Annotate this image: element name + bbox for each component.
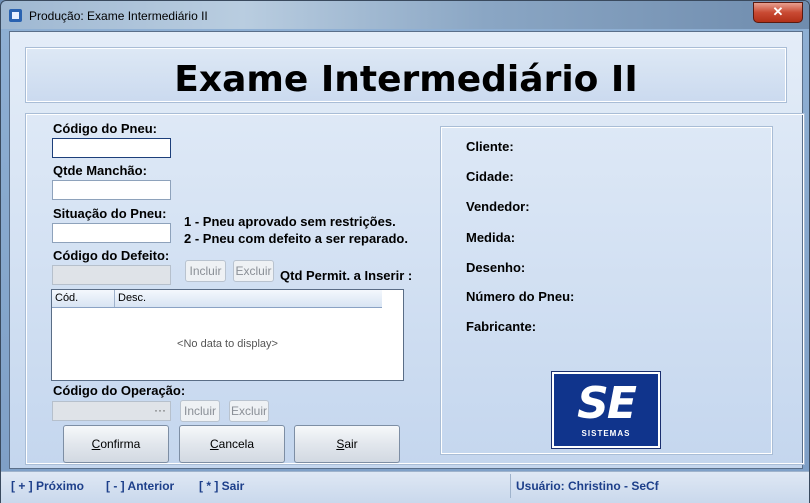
confirma-label: onfirma (100, 437, 141, 451)
header-panel: Exame Intermediário II (25, 47, 787, 103)
vendedor-label: Vendedor: (466, 199, 530, 214)
codigo-defeito-input (52, 265, 171, 285)
cliente-label: Cliente: (466, 139, 514, 154)
medida-label: Medida: (466, 230, 516, 245)
window-title: Produção: Exame Intermediário II (29, 9, 208, 23)
status-separator (510, 474, 511, 498)
status-proximo: [ + ] Próximo (11, 479, 85, 493)
title-bar[interactable]: Produção: Exame Intermediário II ✕ (1, 1, 809, 29)
grid-empty-text: <No data to display> (177, 338, 278, 350)
grid-col-desc[interactable]: Desc. (118, 292, 146, 304)
codigo-defeito-label: Código do Defeito: (53, 248, 170, 263)
logo-subtitle: SISTEMAS (581, 429, 631, 438)
status-sair: [ * ] Sair (199, 479, 245, 493)
codigo-operacao-input: ··· (52, 401, 171, 421)
company-logo: SE SISTEMAS (551, 371, 661, 449)
status-bar: [ + ] Próximo [ - ] Anterior [ * ] Sair … (1, 471, 809, 503)
qtd-permit-label: Qtd Permit. a Inserir : (280, 268, 413, 283)
pneu-info-panel: Cliente: Cidade: Vendedor: Medida: Desen… (440, 126, 773, 455)
cancela-accel: C (209, 437, 219, 451)
incluir-defeito-button[interactable]: Incluir (185, 260, 226, 282)
incluir-operacao-button[interactable]: Incluir (180, 400, 220, 422)
codigo-pneu-input[interactable] (52, 138, 171, 158)
cidade-label: Cidade: (466, 169, 514, 184)
situacao-pneu-label: Situação do Pneu: (53, 206, 167, 221)
main-window: Produção: Exame Intermediário II ✕ Exame… (0, 0, 810, 503)
status-anterior: [ - ] Anterior (106, 479, 175, 493)
grid-col-separator (114, 290, 115, 307)
qtde-manchao-label: Qtde Manchão: (53, 163, 147, 178)
confirma-button[interactable]: Confirma (63, 425, 169, 463)
excluir-operacao-button[interactable]: Excluir (229, 400, 269, 422)
fabricante-label: Fabricante: (466, 319, 537, 334)
desenho-label: Desenho: (466, 260, 526, 275)
sair-label: air (344, 437, 358, 451)
cancela-label: ancela (218, 437, 255, 451)
logo-text: SE (577, 378, 637, 429)
codigo-pneu-label: Código do Pneu: (53, 121, 157, 136)
app-icon (9, 9, 22, 22)
close-button[interactable]: ✕ (753, 2, 803, 23)
grid-header: Cód. Desc. (52, 290, 382, 308)
situacao-pneu-input[interactable] (52, 223, 171, 243)
defeitos-grid[interactable]: Cód. Desc. <No data to display> (51, 289, 404, 381)
qtde-manchao-input[interactable] (52, 180, 171, 200)
numero-pneu-label: Número do Pneu: (466, 289, 575, 304)
grid-col-cod[interactable]: Cód. (55, 292, 78, 304)
situacao-option-1: 1 - Pneu aprovado sem restrições. (184, 214, 396, 229)
sair-button[interactable]: Sair (294, 425, 400, 463)
page-title: Exame Intermediário II (174, 59, 638, 100)
codigo-operacao-label: Código do Operação: (53, 383, 186, 398)
cancela-button[interactable]: Cancela (179, 425, 285, 463)
lookup-ellipsis-icon[interactable]: ··· (154, 403, 166, 417)
excluir-defeito-button[interactable]: Excluir (233, 260, 274, 282)
status-usuario: Usuário: Christino - SeCf (516, 479, 659, 493)
situacao-option-2: 2 - Pneu com defeito a ser reparado. (184, 231, 408, 246)
